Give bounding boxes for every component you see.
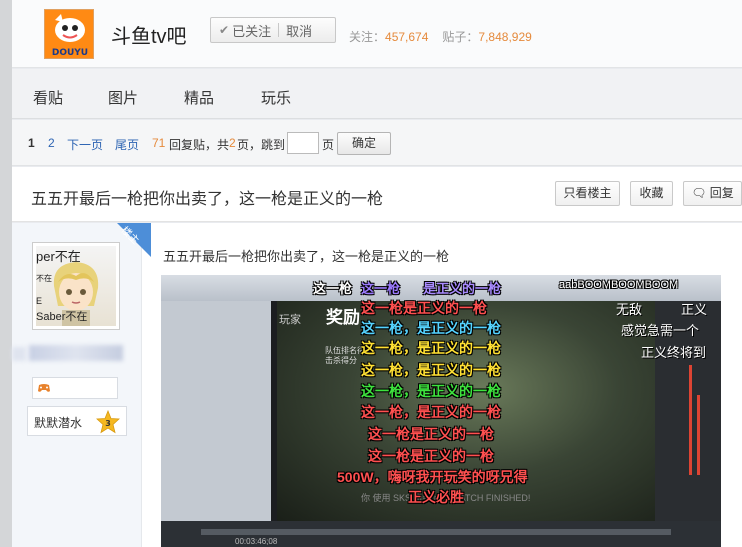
user-rank-label: 默默潜水	[34, 416, 83, 430]
follow-status-label: 已关注	[232, 23, 272, 39]
forum-header: DOUYU 斗鱼tv吧 ✔ 已关注 取消 关注：457,674 贴子：7,848,…	[12, 0, 742, 68]
danmaku-line: 这一枪是正义的一枪	[361, 300, 487, 316]
avatar-text-top: per不在	[36, 249, 81, 264]
tab-fun[interactable]: 玩乐	[261, 87, 291, 108]
post-image[interactable]: 00:03:46;08 奖励 玩家 队伍排名得 击杀得分 你 使用 SKS 击杀…	[161, 275, 721, 547]
last-page-link[interactable]: 尾页	[115, 136, 139, 153]
avatar-text-bottom: Saber不在	[36, 311, 88, 323]
favorite-button[interactable]: 收藏	[630, 181, 673, 206]
danmaku-right: 正义终将到	[641, 345, 707, 360]
confirm-jump-button[interactable]: 确定	[337, 132, 391, 155]
danmaku-right: 感觉急需一个	[621, 323, 700, 338]
editor-left-panel	[161, 301, 271, 547]
logo-text: DOUYU	[52, 48, 88, 58]
unfollow-button[interactable]: 取消	[286, 21, 312, 40]
avatar-image: per不在 不在 E Saber不在	[36, 246, 116, 326]
avatar-text-mid: 不在	[36, 274, 52, 283]
member-icons-box	[32, 377, 118, 399]
audio-meter-right	[697, 395, 700, 475]
checkmark-icon: ✔	[219, 23, 230, 37]
danmaku-line: 这一枪是正义的一枪	[368, 426, 494, 442]
reply-button-label: 回复	[709, 186, 734, 200]
page-jump-input[interactable]	[287, 132, 319, 154]
gamepad-icon	[38, 384, 50, 392]
page-link-2[interactable]: 2	[48, 136, 55, 150]
comment-icon: 🗨	[691, 186, 707, 200]
next-page-link[interactable]: 下一页	[67, 136, 103, 153]
douyu-fish-icon: DOUYU	[45, 10, 93, 58]
audio-meter-left	[689, 365, 692, 475]
danmaku-line: 这一枪是正义的一枪	[368, 448, 494, 464]
danmaku-right: 无敌	[616, 302, 643, 317]
danmaku-line: 是正义的一枪	[423, 281, 502, 296]
page-left-gutter	[0, 0, 12, 547]
username-blur-edge	[12, 347, 26, 361]
thread-title: 五五开最后一枪把你出卖了，这一枪是正义的一枪	[31, 191, 384, 208]
follow-toggle-button[interactable]: ✔ 已关注 取消	[210, 17, 336, 43]
level-star-icon: 3	[96, 410, 120, 434]
jump-label: 页，跳到	[237, 138, 286, 152]
username-obscured[interactable]	[29, 345, 123, 361]
danmaku-line: 这一枪	[361, 281, 401, 296]
post-count: 7,848,929	[478, 30, 532, 44]
danmaku-line: 这一枪	[313, 281, 353, 296]
page-unit-label: 页	[322, 138, 335, 152]
forum-stats: 关注：457,674 贴子：7,848,929	[349, 28, 532, 45]
pagination-bar: 1 2 下一页 尾页 71 回复贴，共 2 页，跳到 页 确定	[12, 120, 742, 166]
button-divider	[278, 23, 280, 37]
danmaku-line: 这一枪，是正义的一枪	[361, 362, 501, 378]
danmaku-line: aabBOOMBOOMBOOM	[559, 279, 679, 291]
editor-timestamp: 00:03:46;08	[235, 537, 278, 546]
danmaku-right: 正义	[681, 302, 708, 317]
danmaku-line: 这一枪，是正义的一枪	[361, 383, 501, 399]
user-level-number: 3	[105, 419, 111, 428]
only-op-button[interactable]: 只看楼主	[555, 181, 620, 206]
forum-nav: 看贴 图片 精品 玩乐	[12, 69, 742, 119]
forum-title[interactable]: 斗鱼tv吧	[111, 20, 187, 49]
tab-featured[interactable]: 精品	[184, 87, 214, 108]
danmaku-line: 500W，嗨呀我开玩笑的呀兄得	[337, 469, 528, 485]
avatar-text-small: E	[36, 296, 43, 306]
danmaku-line: 这一枪，是正义的一枪	[361, 320, 501, 336]
total-pages: 2	[229, 136, 236, 150]
reply-button[interactable]: 🗨 回复	[683, 181, 742, 206]
tab-images[interactable]: 图片	[108, 87, 138, 108]
post-area: per不在 不在 E Saber不在 楼主 默默潜水 3 五五开最后一枪把你出卖…	[12, 223, 742, 547]
forum-logo[interactable]: DOUYU	[44, 9, 94, 59]
reply-count: 71	[152, 136, 166, 150]
danmaku-line: 正义必胜	[408, 489, 464, 505]
tab-posts[interactable]: 看贴	[33, 87, 63, 108]
user-rank-badge[interactable]: 默默潜水 3	[27, 406, 127, 436]
danmaku-line: 这一枪，是正义的一枪	[361, 404, 501, 420]
avatar[interactable]: per不在 不在 E Saber不在	[32, 242, 120, 330]
danmaku-line: 这一枪，是正义的一枪	[361, 340, 501, 356]
follow-count: 457,674	[385, 30, 429, 44]
follow-count-label: 关注：	[349, 30, 386, 44]
author-sidebar: per不在 不在 E Saber不在 楼主 默默潜水 3	[12, 223, 151, 547]
video-sub-label-2: 击杀得分	[325, 356, 357, 365]
reply-label: 回复贴，共	[169, 138, 230, 152]
video-player-label: 玩家	[279, 314, 301, 326]
page-current: 1	[28, 136, 35, 150]
video-heading: 奖励	[326, 308, 360, 327]
thread-title-bar: 五五开最后一枪把你出卖了，这一枪是正义的一枪 只看楼主 收藏 🗨 回复	[12, 167, 742, 222]
post-body-text: 五五开最后一枪把你出卖了，这一枪是正义的一枪	[163, 249, 450, 264]
post-count-label: 贴子：	[442, 30, 479, 44]
